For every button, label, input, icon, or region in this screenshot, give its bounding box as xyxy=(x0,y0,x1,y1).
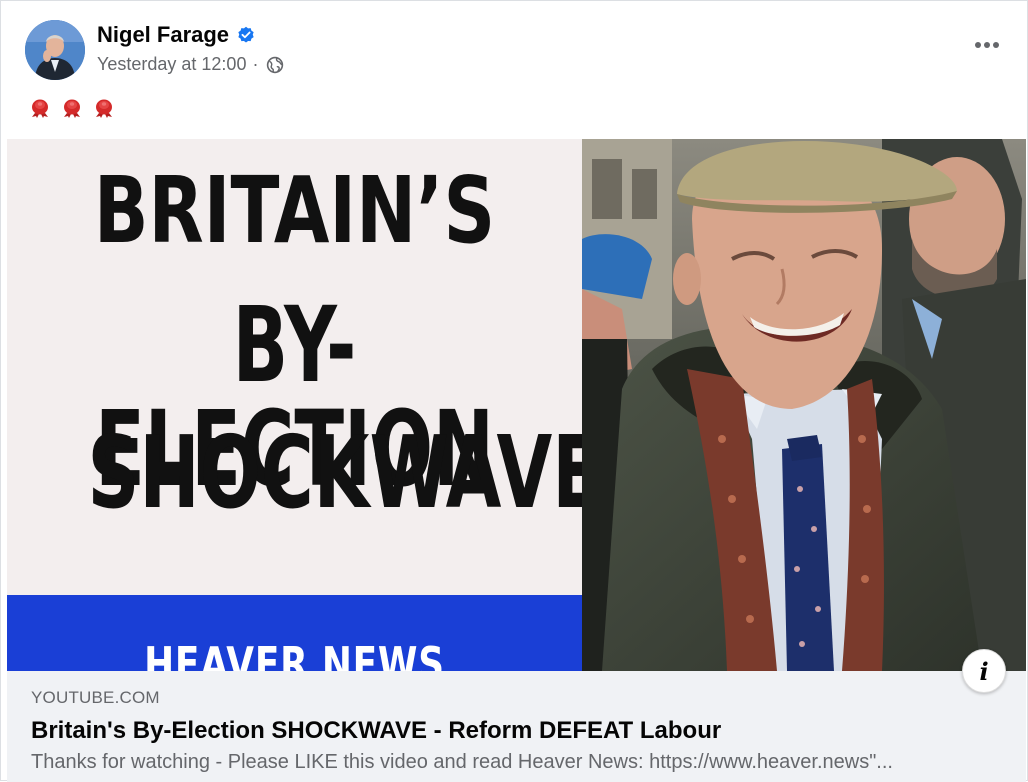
thumbnail-headline: BRITAIN’S BY-ELECTION SHOCKWAVE xyxy=(7,157,602,551)
rosette-icon xyxy=(96,99,112,118)
headline-line-2: BY-ELECTION xyxy=(95,284,494,510)
post-text-emojis xyxy=(29,96,115,118)
headline-line-1: BRITAIN’S xyxy=(93,157,496,264)
more-options-icon-dot xyxy=(984,42,990,48)
link-domain: YOUTUBE.COM xyxy=(31,688,160,707)
thumbnail-text-panel: BRITAIN’S BY-ELECTION SHOCKWAVE HEAVER N… xyxy=(7,139,602,671)
verified-badge-icon xyxy=(238,26,254,43)
post-card: Nigel Farage Yesterday at 12:00 · BRITAI… xyxy=(0,0,1028,782)
post-meta: Yesterday at 12:00 · xyxy=(97,54,284,75)
link-title[interactable]: Britain's By-Election SHOCKWAVE - Reform… xyxy=(31,717,721,745)
author-name[interactable]: Nigel Farage xyxy=(97,22,229,48)
avatar-image xyxy=(25,20,85,80)
headline-line-3: SHOCKWAVE xyxy=(87,414,602,531)
link-thumbnail[interactable]: BRITAIN’S BY-ELECTION SHOCKWAVE HEAVER N… xyxy=(7,139,1026,671)
author-row: Nigel Farage xyxy=(97,22,255,48)
more-options-button[interactable] xyxy=(969,33,1005,57)
post-timestamp[interactable]: Yesterday at 12:00 xyxy=(97,54,246,75)
more-options-icon xyxy=(975,42,981,48)
thumbnail-band-text: HEAVER NEWS xyxy=(144,637,445,671)
rosette-icon xyxy=(64,99,80,118)
link-description: Thanks for watching - Please LIKE this v… xyxy=(31,751,893,773)
meta-separator: · xyxy=(252,54,259,74)
author-avatar[interactable] xyxy=(25,20,85,80)
thumbnail-photo xyxy=(582,139,1026,671)
link-preview-card[interactable]: i YOUTUBE.COM Britain's By-Election SHOC… xyxy=(7,649,1026,782)
info-button[interactable]: i xyxy=(962,649,1006,693)
rosette-icon xyxy=(32,99,48,118)
globe-icon[interactable] xyxy=(266,56,284,74)
more-options-icon-dot xyxy=(993,42,999,48)
post-header: Nigel Farage Yesterday at 12:00 · xyxy=(25,19,1005,83)
